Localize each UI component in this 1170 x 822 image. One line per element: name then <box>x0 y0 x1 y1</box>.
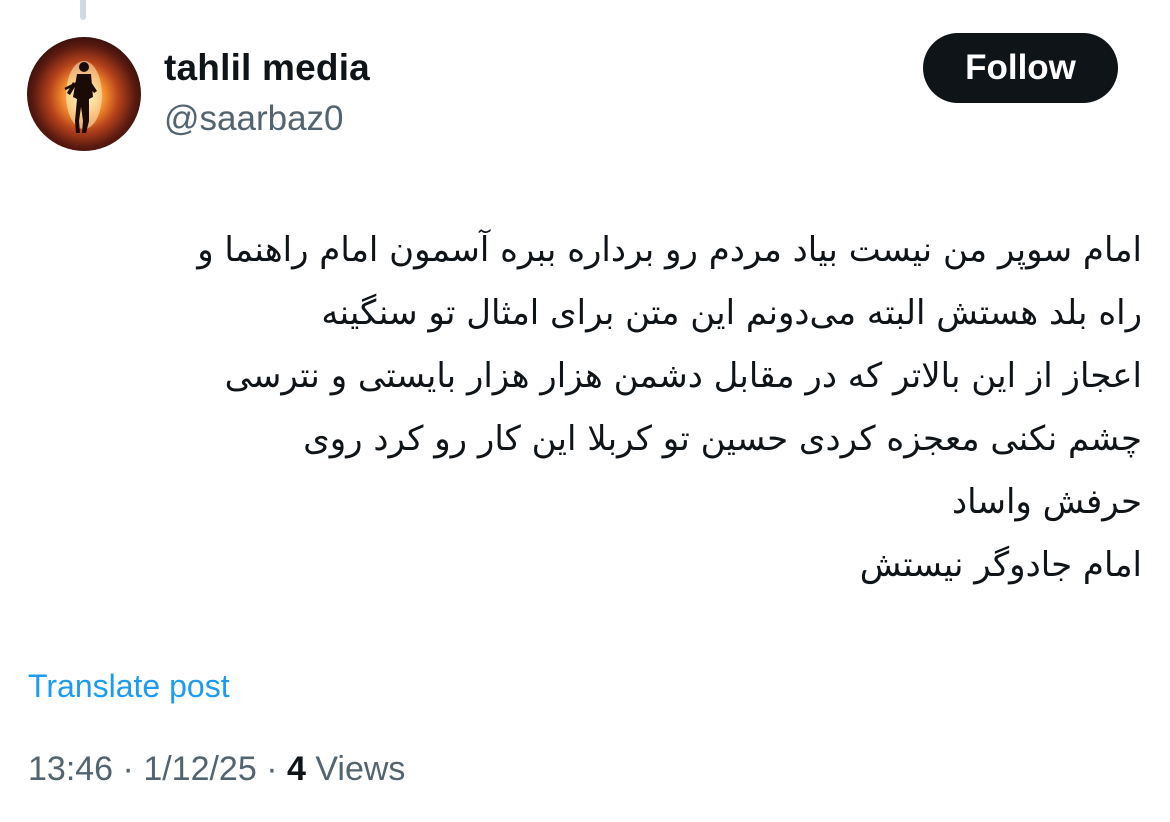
user-handle[interactable]: @saarbaz0 <box>164 97 344 141</box>
meta-separator: · <box>256 750 287 788</box>
translate-post-link[interactable]: Translate post <box>28 665 230 707</box>
post-text-line: راه بلد هستش البته می‌دونم این متن برای … <box>321 293 1142 333</box>
post-text: امام سوپر من نیست بیاد مردم رو برداره بب… <box>30 219 1142 597</box>
views-count[interactable]: 4 <box>287 750 306 788</box>
avatar-figure-icon <box>64 61 102 133</box>
follow-button[interactable]: Follow <box>923 33 1118 103</box>
avatar[interactable] <box>27 37 141 151</box>
post-text-line: امام سوپر من نیست بیاد مردم رو برداره بب… <box>197 230 1142 270</box>
thread-connector-line <box>80 0 86 20</box>
post-text-line: اعجاز از این بالاتر که در مقابل دشمن هزا… <box>224 356 1142 396</box>
post-metadata: 13:46 · 1/12/25 · 4 Views <box>28 748 405 790</box>
display-name[interactable]: tahlil media <box>164 46 370 90</box>
post-time[interactable]: 13:46 <box>28 750 113 788</box>
post-text-line: چشم نکنی معجزه کردی حسین تو کربلا این کا… <box>303 419 1142 459</box>
post-date[interactable]: 1/12/25 <box>143 750 256 788</box>
post-text-line: حرفش واساد <box>951 482 1142 522</box>
views-label[interactable]: Views <box>306 750 405 788</box>
meta-separator: · <box>113 750 144 788</box>
post-text-line: امام جادوگر نیستش <box>859 545 1142 585</box>
